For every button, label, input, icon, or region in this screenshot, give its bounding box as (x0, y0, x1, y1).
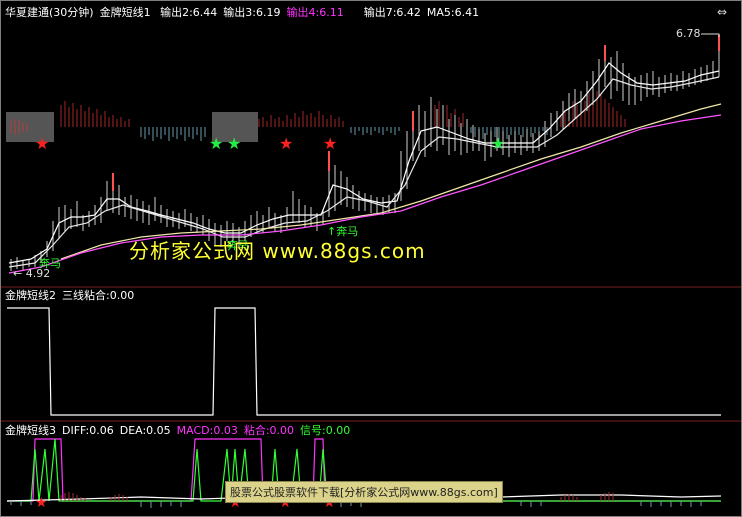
green-star-icon: ★ (209, 134, 223, 153)
price-high-label: 6.78 (676, 27, 701, 40)
panel2-header: 金牌短线2 三线粘合:0.00 (5, 289, 140, 303)
red-star-icon: ★ (35, 495, 48, 511)
nianhe-value: 粘合:0.00 (243, 424, 295, 437)
dea-value: DEA:0.05 (119, 424, 171, 437)
green-star-icon: ★ (227, 134, 241, 153)
signal-label: 奔马 (39, 257, 61, 270)
red-star-icon: ★ (323, 134, 337, 153)
xinhao-value: 信号:0.00 (300, 424, 351, 437)
chart-window: 华夏建通(30分钟) 金牌短线1 输出2:6.44 输出3:6.19 输出4:6.11… (0, 0, 742, 517)
price-high-pointer (701, 33, 720, 37)
indicator-name: 金牌短线3 (5, 424, 56, 437)
panel3-header: 金牌短线3 DIFF:0.06 DEA:0.05 MACD:0.03 粘合:0.00 信号… (5, 424, 356, 438)
red-star-icon: ★ (35, 134, 49, 153)
signal-stars: ★ ★ ★ ★ ★ ★ (35, 134, 505, 153)
ma-short (8, 62, 720, 264)
sanxian-nianhe-line (7, 307, 721, 416)
green-star-icon: ★ (491, 134, 505, 153)
red-star-icon: ★ (279, 134, 293, 153)
sanxian-value: 三线粘合:0.00 (62, 289, 135, 302)
download-banner[interactable]: 股票公式股票软件下载[分析家公式网www.88gs.com] (225, 481, 503, 503)
watermark: 分析家公式网 www.88gs.com (129, 239, 426, 263)
diff-value: DIFF:0.06 (62, 424, 114, 437)
macd-value: MACD:0.03 (176, 424, 238, 437)
indicator-name: 金牌短线2 (5, 289, 56, 302)
